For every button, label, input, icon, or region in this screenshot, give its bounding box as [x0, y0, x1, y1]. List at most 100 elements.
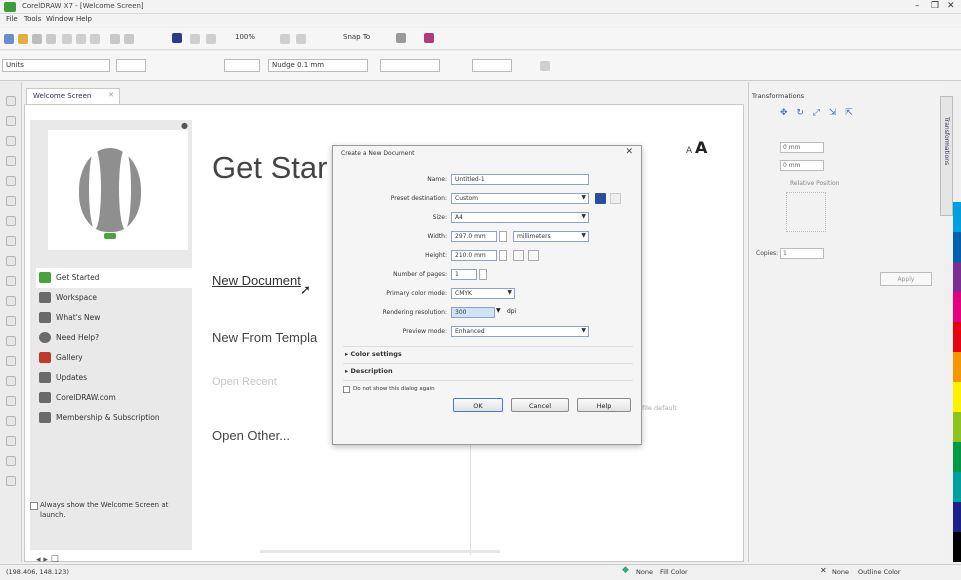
- sidebar-item-get-started[interactable]: Get Started: [36, 268, 192, 288]
- minimize-button[interactable]: –: [915, 1, 920, 11]
- always-show-option[interactable]: Always show the Welcome Screen at launch…: [30, 500, 180, 520]
- sidebar-item-coreldraw-com[interactable]: CorelDRAW.com: [36, 388, 192, 408]
- color-settings-expander[interactable]: ▸ Color settings: [345, 350, 402, 358]
- interactive-fill-tool-icon[interactable]: [6, 396, 16, 406]
- sidebar-item-membership[interactable]: Membership & Subscription: [36, 408, 192, 428]
- sidebar-item-workspace[interactable]: Workspace: [36, 288, 192, 308]
- width-input[interactable]: 297.0 mm: [451, 231, 497, 242]
- publish-icon[interactable]: [206, 34, 216, 44]
- open-other-link[interactable]: Open Other...: [212, 428, 290, 443]
- palette-swatch[interactable]: [953, 262, 961, 292]
- eyedropper-tool-icon[interactable]: [6, 376, 16, 386]
- palette-swatch[interactable]: [953, 502, 961, 532]
- orientation-box[interactable]: [224, 59, 260, 72]
- resolution-dropdown-icon[interactable]: ▼: [496, 307, 501, 314]
- new-document-link[interactable]: New Document: [212, 273, 301, 288]
- import-icon[interactable]: [172, 33, 182, 43]
- restore-button[interactable]: ❐: [931, 1, 939, 11]
- dialog-close-icon[interactable]: ✕: [625, 147, 633, 157]
- nudge-box[interactable]: Nudge 0.1 mm: [268, 59, 368, 72]
- redo-icon[interactable]: [124, 34, 134, 44]
- snap-to-menu[interactable]: Snap To: [340, 32, 384, 45]
- palette-swatch[interactable]: [953, 232, 961, 262]
- palette-swatch[interactable]: [953, 442, 961, 472]
- text-size-toggle[interactable]: A A: [686, 138, 707, 157]
- transform-mode-icons[interactable]: ✥ ↻ ⤢ ⇲ ⇱: [780, 108, 856, 118]
- smart-fill-tool-icon[interactable]: [6, 416, 16, 426]
- transparency-tool-icon[interactable]: [6, 356, 16, 366]
- palette-swatch[interactable]: [953, 382, 961, 412]
- rectangle-tool-icon[interactable]: [6, 216, 16, 226]
- portrait-orientation-icon[interactable]: [513, 250, 524, 261]
- duplicate-distance-y-input[interactable]: [472, 59, 512, 72]
- dont-show-checkbox[interactable]: [343, 386, 350, 393]
- sidebar-item-gallery[interactable]: Gallery: [36, 348, 192, 368]
- landscape-orientation-icon[interactable]: [528, 250, 539, 261]
- palette-swatch[interactable]: [953, 292, 961, 322]
- palette-swatch[interactable]: [953, 322, 961, 352]
- artistic-media-tool-icon[interactable]: [6, 196, 16, 206]
- zoom-level[interactable]: 100%: [232, 32, 272, 45]
- height-input[interactable]: 210.0 mm: [451, 250, 497, 261]
- drop-shadow-tool-icon[interactable]: [6, 336, 16, 346]
- menu-tools[interactable]: Tools: [24, 15, 41, 23]
- palette-swatch[interactable]: [953, 352, 961, 382]
- pick-tool-icon[interactable]: [6, 96, 16, 106]
- rendering-resolution-input[interactable]: 300: [451, 307, 495, 318]
- save-preset-icon[interactable]: [595, 193, 606, 204]
- new-icon[interactable]: [4, 34, 14, 44]
- shape-tool-icon[interactable]: [6, 116, 16, 126]
- apply-button[interactable]: Apply: [880, 272, 932, 286]
- width-spinner[interactable]: [499, 231, 507, 242]
- docker-side-tab[interactable]: Transformations: [940, 96, 953, 216]
- freehand-tool-icon[interactable]: [6, 176, 16, 186]
- copies-input[interactable]: 1: [780, 248, 824, 259]
- description-expander[interactable]: ▸ Description: [345, 367, 393, 375]
- units-box[interactable]: Units: [2, 59, 110, 72]
- menu-help[interactable]: Help: [76, 15, 92, 23]
- text-tool-icon[interactable]: [6, 276, 16, 286]
- preview-mode-select[interactable]: Enhanced ▼: [451, 326, 589, 337]
- color-palette[interactable]: [953, 82, 961, 562]
- name-input[interactable]: Untitled-1: [451, 174, 589, 185]
- paste-icon[interactable]: [90, 34, 100, 44]
- save-icon[interactable]: [32, 34, 42, 44]
- ok-button[interactable]: OK: [453, 398, 503, 412]
- pages-spinner[interactable]: [479, 269, 487, 280]
- units-select[interactable]: millimeters ▼: [513, 231, 589, 242]
- cancel-button[interactable]: Cancel: [511, 398, 569, 412]
- full-screen-icon[interactable]: [280, 34, 290, 44]
- help-button[interactable]: Help: [577, 398, 631, 412]
- palette-swatch[interactable]: [953, 532, 961, 562]
- zoom-tool-icon[interactable]: [6, 156, 16, 166]
- open-icon[interactable]: [18, 34, 28, 44]
- ellipse-tool-icon[interactable]: [6, 236, 16, 246]
- new-from-template-link[interactable]: New From Templa: [212, 330, 317, 345]
- anchor-grid[interactable]: [786, 192, 826, 232]
- height-spinner[interactable]: [499, 250, 507, 261]
- connector-tool-icon[interactable]: [6, 316, 16, 326]
- always-show-checkbox[interactable]: [30, 502, 38, 510]
- polygon-tool-icon[interactable]: [6, 256, 16, 266]
- crop-tool-icon[interactable]: [6, 136, 16, 146]
- export-icon[interactable]: [190, 34, 200, 44]
- page-width-input[interactable]: [116, 59, 146, 72]
- palette-swatch[interactable]: [953, 202, 961, 232]
- palette-swatch[interactable]: [953, 472, 961, 502]
- sidebar-item-need-help[interactable]: Need Help?: [36, 328, 192, 348]
- x-position-input[interactable]: 0 mm: [780, 142, 824, 153]
- open-recent-link[interactable]: Open Recent: [212, 376, 277, 388]
- outline-pen-tool-icon[interactable]: [6, 436, 16, 446]
- preset-destination-select[interactable]: Custom ▼: [451, 193, 589, 204]
- color-mode-select[interactable]: CMYK ▼: [451, 288, 515, 299]
- copy-icon[interactable]: [76, 34, 86, 44]
- menu-file[interactable]: File: [6, 15, 18, 23]
- parallel-dimension-tool-icon[interactable]: [6, 296, 16, 306]
- cut-icon[interactable]: [62, 34, 72, 44]
- launch-icon[interactable]: [424, 33, 434, 43]
- palette-swatch[interactable]: [953, 412, 961, 442]
- sidebar-item-whats-new[interactable]: What's New: [36, 308, 192, 328]
- menu-window[interactable]: Window: [46, 15, 74, 23]
- sidebar-item-updates[interactable]: Updates: [36, 368, 192, 388]
- duplicate-distance-input[interactable]: [380, 59, 440, 72]
